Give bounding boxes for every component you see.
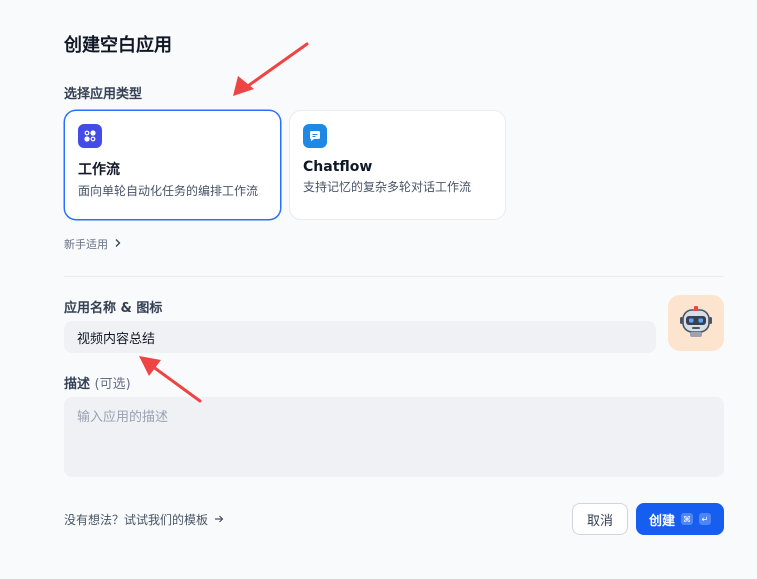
description-label: 描述 (可选)	[64, 373, 131, 392]
app-icon-picker[interactable]	[668, 295, 724, 351]
app-type-title: Chatflow	[303, 159, 373, 175]
app-type-card-chatflow[interactable]: Chatflow 支持记忆的复杂多轮对话工作流	[289, 110, 506, 220]
cancel-button[interactable]: 取消	[572, 503, 628, 535]
app-name-input[interactable]: 视频内容总结	[64, 321, 656, 353]
divider	[64, 276, 724, 277]
annotation-arrow-top	[233, 42, 309, 96]
chatflow-icon	[303, 124, 327, 148]
command-key-icon: ⌘	[681, 513, 693, 525]
name-icon-label: 应用名称 & 图标	[64, 301, 163, 316]
annotation-arrow-bottom	[139, 356, 202, 403]
template-link[interactable]: 没有想法？试试我们的模板	[64, 511, 224, 528]
beginner-link-label: 新手适用	[64, 238, 108, 251]
app-type-description: 支持记忆的复杂多轮对话工作流	[303, 180, 472, 194]
chevron-right-icon	[114, 238, 122, 251]
description-label-text: 描述	[64, 377, 91, 392]
arrow-right-icon	[214, 513, 224, 527]
description-textarea[interactable]: 输入应用的描述	[64, 397, 724, 477]
enter-key-icon: ↵	[699, 513, 711, 525]
create-button-label: 创建	[648, 513, 675, 529]
app-type-label: 选择应用类型	[64, 87, 143, 102]
app-type-card-workflow[interactable]: 工作流 面向单轮自动化任务的编排工作流	[64, 110, 281, 220]
template-link-label: 没有想法？试试我们的模板	[64, 513, 209, 527]
page-title: 创建空白应用	[64, 35, 172, 56]
robot-icon	[676, 301, 716, 345]
beginner-link[interactable]: 新手适用	[64, 236, 122, 252]
workflow-icon	[78, 124, 102, 148]
description-optional-text: (可选)	[94, 377, 131, 392]
app-type-title: 工作流	[78, 162, 120, 178]
app-type-description: 面向单轮自动化任务的编排工作流	[78, 184, 259, 198]
create-button[interactable]: 创建 ⌘ ↵	[636, 503, 724, 535]
